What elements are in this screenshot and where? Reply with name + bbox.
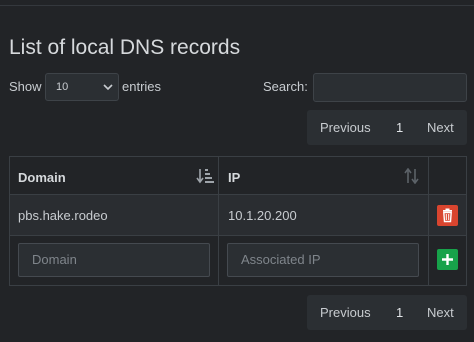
trash-icon: [443, 208, 452, 223]
next-page-button[interactable]: Next: [427, 305, 454, 320]
add-record-button[interactable]: [437, 249, 458, 270]
cell-ip: 10.1.20.200: [228, 208, 297, 223]
plus-icon: [442, 254, 453, 265]
sort-icon[interactable]: [403, 168, 421, 184]
header-divider: [10, 194, 466, 195]
show-label: Show: [9, 79, 42, 94]
domain-input[interactable]: Domain: [18, 243, 210, 277]
row-divider: [10, 235, 466, 236]
column-divider: [218, 157, 219, 285]
page-1-button[interactable]: 1: [396, 305, 403, 320]
previous-page-button[interactable]: Previous: [320, 305, 371, 320]
page-title: List of local DNS records: [9, 36, 241, 59]
delete-record-button[interactable]: [437, 205, 458, 226]
entries-select-value: 10: [56, 81, 69, 93]
sort-amount-desc-icon[interactable]: [196, 168, 214, 184]
column-divider: [428, 157, 429, 285]
cell-domain: pbs.hake.rodeo: [18, 208, 108, 223]
search-input[interactable]: [313, 73, 467, 102]
column-header-ip[interactable]: IP: [228, 170, 240, 185]
entries-label: entries: [122, 79, 162, 94]
column-header-domain[interactable]: Domain: [18, 170, 66, 185]
dns-records-table: Domain IP pbs.hake.rodeo 10.1.20.200 Dom…: [9, 156, 467, 286]
search-label: Search:: [263, 79, 308, 94]
pagination-bottom: Previous 1 Next: [307, 295, 467, 330]
entries-select[interactable]: 10: [45, 73, 119, 101]
top-divider: [0, 5, 474, 6]
chevron-down-icon: [103, 84, 113, 91]
next-page-button[interactable]: Next: [427, 120, 454, 135]
pagination-top: Previous 1 Next: [307, 110, 467, 145]
page-1-button[interactable]: 1: [396, 120, 403, 135]
previous-page-button[interactable]: Previous: [320, 120, 371, 135]
associated-ip-input[interactable]: Associated IP: [227, 243, 419, 277]
